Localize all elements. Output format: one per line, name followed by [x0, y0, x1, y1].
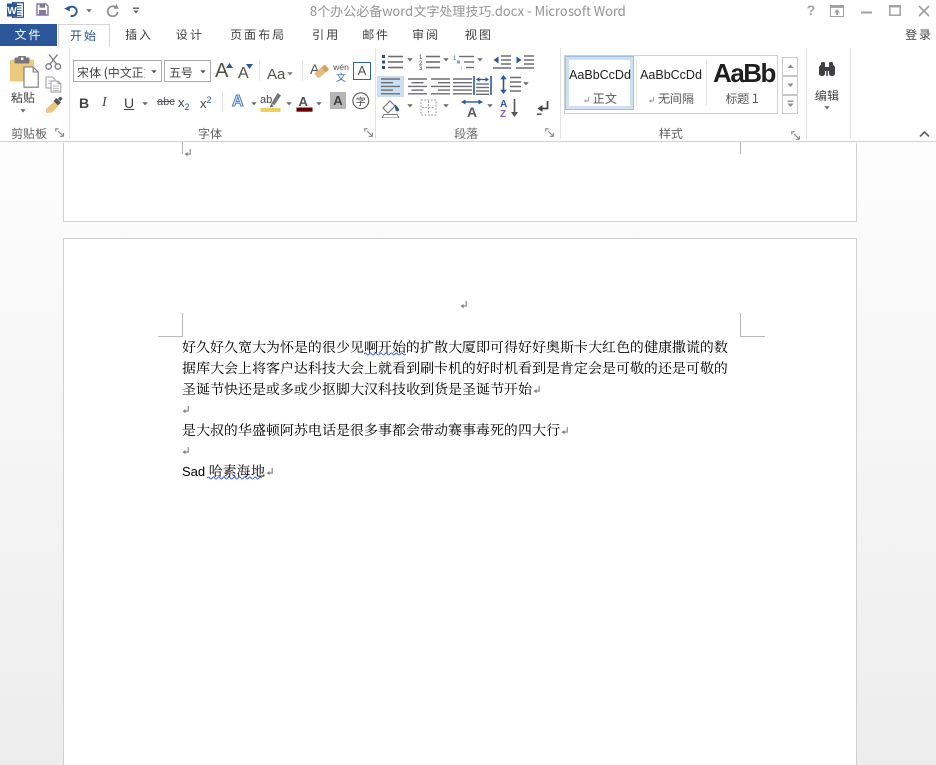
svg-text:ab: ab — [260, 94, 272, 106]
svg-text:A: A — [299, 95, 309, 109]
svg-text:A: A — [467, 104, 477, 118]
svg-text:Z: Z — [500, 109, 506, 118]
svg-text:A: A — [232, 93, 244, 109]
svg-text:字: 字 — [356, 93, 366, 108]
svg-text:1: 1 — [453, 56, 457, 62]
svg-text:3: 3 — [419, 66, 423, 70]
svg-text:i: i — [461, 66, 462, 70]
